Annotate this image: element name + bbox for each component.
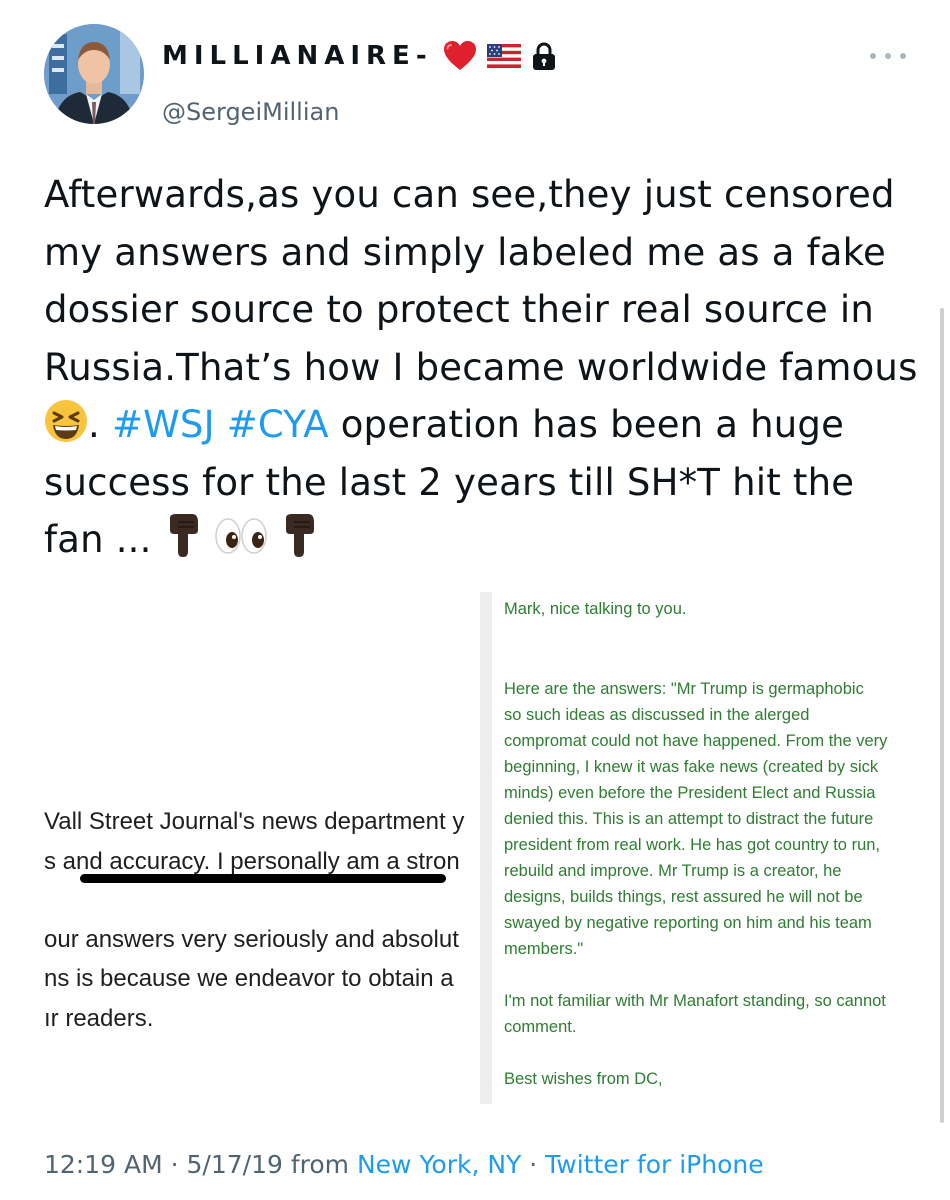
hashtag-cya-link[interactable]: #CYA: [227, 403, 329, 446]
tweet-text: Afterwards,as you can see,they just cens…: [44, 166, 924, 569]
email-text-line: swayed by negative reporting on him and …: [504, 914, 872, 932]
email-text-line: president from real work. He has got cou…: [504, 836, 881, 854]
left-text-line: ns is because we endeavor to obtain a: [44, 965, 454, 992]
media-image-left[interactable]: Vall Street Journal's news department y …: [44, 592, 480, 1104]
tweet-text-part2: .: [88, 403, 112, 446]
email-text-line: designs, builds things, rest assured he …: [504, 888, 863, 906]
left-text-line: our answers very seriously and absolut: [44, 926, 459, 953]
display-name-row: MILLIANAIRE-: [162, 36, 557, 76]
email-text-line: comment.: [504, 1018, 577, 1036]
avatar-photo: [44, 24, 144, 124]
email-text-line: minds) even before the President Elect a…: [504, 784, 876, 802]
home-indicator-bar: [80, 874, 446, 883]
user-handle[interactable]: @SergeiMillian: [162, 100, 339, 124]
tweet-metadata: 12:19 AM · 5/17/19 from New York, NY · T…: [44, 1148, 764, 1182]
page-scrollbar[interactable]: [940, 308, 944, 1123]
left-text-line: Vall Street Journal's news department y: [44, 808, 465, 835]
display-name[interactable]: MILLIANAIRE-: [162, 41, 433, 71]
media-divider: [480, 592, 492, 1104]
pointing-down-hand-emoji-2: [285, 514, 314, 557]
tweet-text-part1: Afterwards,as you can see,they just cens…: [44, 173, 918, 389]
separator-dot: ·: [162, 1150, 187, 1179]
tweet-header: MILLIANAIRE- @SergeiMillian: [44, 24, 924, 128]
email-text-line: I'm not familiar with Mr Manafort standi…: [504, 992, 886, 1010]
email-text-line: rebuild and improve. Mr Trump is a creat…: [504, 862, 842, 880]
email-text-line: Mark, nice talking to you.: [504, 600, 687, 618]
hashtag-wsj-link[interactable]: #WSJ: [112, 403, 215, 446]
left-text-line: s and accuracy. I personally am a stron: [44, 848, 460, 875]
source-app-link[interactable]: Twitter for iPhone: [545, 1150, 763, 1179]
email-text-line: so such ideas as discussed in the alerge…: [504, 706, 810, 724]
lock-icon: [532, 42, 555, 70]
email-text-line: compromat could not have happened. From …: [504, 732, 888, 750]
email-text-line: denied this. This is an attempt to distr…: [504, 810, 874, 828]
email-text-line: Here are the answers: "Mr Trump is germa…: [504, 680, 864, 698]
media-image-right[interactable]: Mark, nice talking to you. Here are the …: [492, 592, 912, 1104]
us-flag-emoji: [486, 44, 521, 68]
avatar[interactable]: [44, 24, 144, 124]
eyes-emoji: [214, 518, 267, 554]
tweet-time: 12:19 AM: [44, 1150, 163, 1179]
email-text-line: beginning, I knew it was fake news (crea…: [504, 758, 879, 776]
email-text-line: Best wishes from DC,: [504, 1070, 663, 1088]
tweet-date: 5/17/19: [186, 1150, 283, 1179]
tweet-media[interactable]: Vall Street Journal's news department y …: [0, 592, 950, 1104]
grinning-squinting-face-emoji: [45, 400, 87, 442]
more-options-icon[interactable]: [870, 46, 906, 66]
left-text-line: ır readers.: [44, 1005, 154, 1032]
location-link[interactable]: New York, NY: [357, 1150, 521, 1179]
email-text-line: members.": [504, 940, 584, 958]
pointing-down-hand-emoji: [169, 514, 198, 557]
from-label: from: [282, 1150, 357, 1179]
separator-dot: ·: [521, 1150, 546, 1179]
heart-emoji: [443, 41, 476, 70]
